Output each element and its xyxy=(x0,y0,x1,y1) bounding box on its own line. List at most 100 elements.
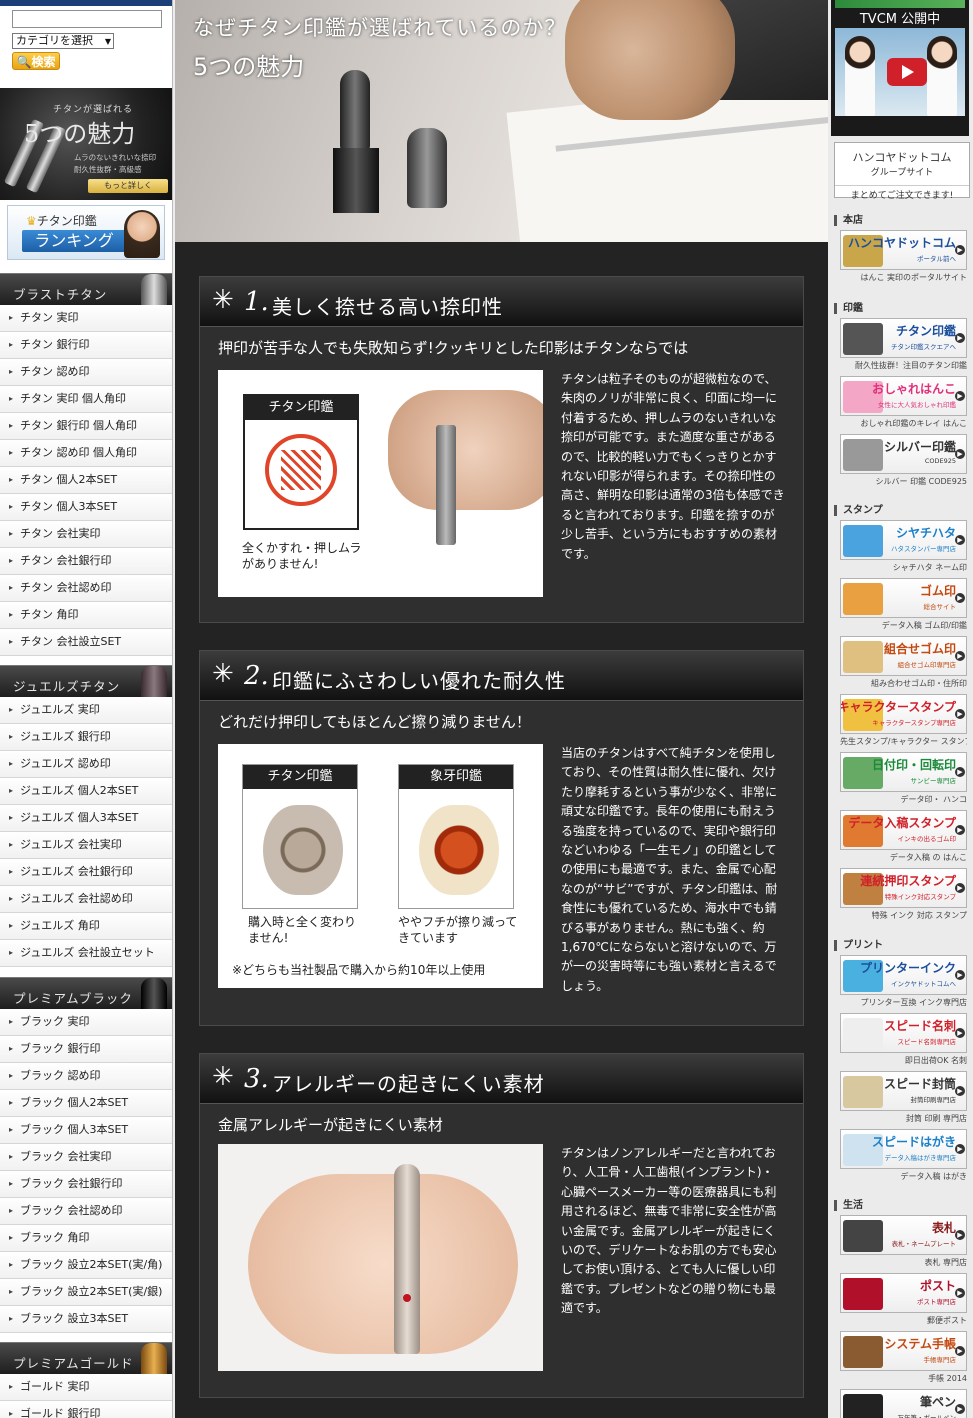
menu-item[interactable]: チタン 実印 xyxy=(0,305,172,332)
banner-caption[interactable]: シルバー 印鑑 CODE925 xyxy=(840,476,967,487)
banner-caption[interactable]: 即日出荷OK 名刺 xyxy=(840,1055,967,1066)
ranking-line1: ♛チタン印鑑 xyxy=(26,214,97,228)
menu-item[interactable]: ブラック 個人2本SET xyxy=(0,1090,172,1117)
seal-card-title: チタン印鑑 xyxy=(245,396,357,420)
site-banner[interactable]: 筆ペン 万年筆・ボールペン ▶ xyxy=(840,1389,967,1418)
banner-caption[interactable]: データ入稿 はがき xyxy=(840,1171,967,1182)
banner-caption[interactable]: 耐久性抜群！注目のチタン印鑑 xyxy=(840,360,967,371)
site-banner[interactable]: スピード名刺 スピード名刺専門店 ▶ xyxy=(840,1013,967,1053)
site-banner[interactable]: 組合せゴム印 組合せゴム印専門店 ▶ xyxy=(840,636,967,676)
play-icon[interactable] xyxy=(887,58,927,86)
banner-caption[interactable]: はんこ 実印のポータルサイト xyxy=(840,272,967,283)
menu-item[interactable]: チタン 角印 xyxy=(0,602,172,629)
menu-item[interactable]: ジュエルズ 会社銀行印 xyxy=(0,859,172,886)
site-banner[interactable]: おしゃれはんこ 女性に大人気おしゃれ印鑑 ▶ xyxy=(840,376,967,416)
banner-caption[interactable]: 表札 専門店 xyxy=(840,1257,967,1268)
menu-item[interactable]: チタン 銀行印 xyxy=(0,332,172,359)
menu-item[interactable]: ブラック 個人3本SET xyxy=(0,1117,172,1144)
menu-item[interactable]: ブラック 会社認め印 xyxy=(0,1198,172,1225)
tvcm-banner[interactable]: TVCM 公開中 xyxy=(831,0,969,136)
hand-graphic xyxy=(388,390,543,510)
menu-item[interactable]: ジュエルズ 認め印 xyxy=(0,751,172,778)
site-banner[interactable]: スピード封筒 封筒印刷専門店 ▶ xyxy=(840,1071,967,1111)
menu-item[interactable]: ジュエルズ 個人3本SET xyxy=(0,805,172,832)
site-banner[interactable]: データ入稿スタンプ インキの出るゴム印 ▶ xyxy=(840,810,967,850)
banner-title: ポスト xyxy=(919,1279,956,1293)
site-banner[interactable]: ゴム印 総合サイト ▶ xyxy=(840,578,967,618)
feature-text: チタンはノンアレルギーだと言われており、人工骨・人工歯根(インプラント)・心臓ペ… xyxy=(561,1146,777,1316)
menu-item[interactable]: ブラック 認め印 xyxy=(0,1063,172,1090)
banner-caption[interactable]: 特殊 インク 対応 スタンプ xyxy=(840,910,967,921)
menu-item[interactable]: チタン 認め印 個人角印 xyxy=(0,440,172,467)
site-banner[interactable]: スピードはがき データ入稿はがき専門店 ▶ xyxy=(840,1129,967,1169)
menu-item[interactable]: チタン 認め印 xyxy=(0,359,172,386)
menu-item[interactable]: ジュエルズ 銀行印 xyxy=(0,724,172,751)
menu-item[interactable]: ジュエルズ 個人2本SET xyxy=(0,778,172,805)
menu-item[interactable]: チタン 会社認め印 xyxy=(0,575,172,602)
stamp-graphic xyxy=(394,1164,420,1354)
menu-item[interactable]: チタン 実印 個人角印 xyxy=(0,386,172,413)
menu-item[interactable]: ブラック 設立2本SET(実/銀) xyxy=(0,1279,172,1306)
banner-caption[interactable]: データ入稿 の はんこ xyxy=(840,852,967,863)
menu-item[interactable]: ジュエルズ 角印 xyxy=(0,913,172,940)
banner-subtitle: 女性に大人気おしゃれ印鑑 xyxy=(878,401,956,409)
arrow-right-icon: ▶ xyxy=(955,825,965,835)
ranking-banner[interactable]: ♛チタン印鑑 ランキング xyxy=(7,205,165,260)
menu-item[interactable]: ゴールド 銀行印 xyxy=(0,1401,172,1418)
menu-item[interactable]: チタン 個人2本SET xyxy=(0,467,172,494)
feature-number: 1. xyxy=(244,287,269,317)
menu-item[interactable]: チタン 個人3本SET xyxy=(0,494,172,521)
banner-caption[interactable]: 封筒 印刷 専門店 xyxy=(840,1113,967,1124)
crown-icon: ♛ xyxy=(26,214,37,228)
more-details-button[interactable]: もっと詳しく xyxy=(88,179,168,193)
banner-caption[interactable]: シャチハタ ネーム印 xyxy=(840,562,967,573)
video-thumbnail[interactable] xyxy=(835,28,965,116)
group-sites-banner[interactable]: ハンコヤドットコム グループサイト まとめてご注文できます! xyxy=(834,142,970,201)
site-banner[interactable]: 日付印・回転印 サンビー専門店 ▶ xyxy=(840,752,967,792)
site-banner[interactable]: シルバー印鑑 CODE925 ▶ xyxy=(840,434,967,474)
site-banner[interactable]: 表札 表札・ネームプレート ▶ xyxy=(840,1215,967,1255)
menu-item[interactable]: ブラック 角印 xyxy=(0,1225,172,1252)
menu-item[interactable]: ジュエルズ 会社実印 xyxy=(0,832,172,859)
menu-item[interactable]: ゴールド 実印 xyxy=(0,1374,172,1401)
menu-item[interactable]: ジュエルズ 会社設立セット xyxy=(0,940,172,967)
menu-item[interactable]: ジュエルズ 実印 xyxy=(0,697,172,724)
banner-caption[interactable]: データ印・ ハンコ xyxy=(840,794,967,805)
menu-item[interactable]: ブラック 会社銀行印 xyxy=(0,1171,172,1198)
feature-section-3: ✳ 3. アレルギーの起きにくい素材 金属アレルギーが起きにくい素材 チタンはノ… xyxy=(199,1053,804,1398)
banner-caption[interactable]: 組み合わせゴム印・住所印 xyxy=(840,678,967,689)
arrow-right-icon: ▶ xyxy=(955,593,965,603)
banner-caption[interactable]: プリンター互換 インク専門店 xyxy=(840,997,967,1008)
banner-caption[interactable]: 先生スタンプ/キャラクター スタンプ xyxy=(840,736,967,747)
menu-item[interactable]: ブラック 設立3本SET xyxy=(0,1306,172,1333)
site-banner[interactable]: チタン印鑑 チタン印鑑スクエアへ ▶ xyxy=(840,318,967,358)
menu-item[interactable]: チタン 会社実印 xyxy=(0,521,172,548)
arrow-right-icon: ▶ xyxy=(955,1144,965,1154)
banner-caption[interactable]: データ入稿 ゴム印/印鑑 xyxy=(840,620,967,631)
banner-caption[interactable]: おしゃれ印鑑のキレイ はんこ xyxy=(840,418,967,429)
five-charms-banner[interactable]: チタンが選ばれる 5つの魅力 ムラのないきれいな捺印 耐久性抜群・高級感 もっと詳… xyxy=(0,88,172,200)
site-banner[interactable]: 連続押印スタンプ 特殊インク対応スタンプ ▶ xyxy=(840,868,967,908)
menu-item[interactable]: ブラック 銀行印 xyxy=(0,1036,172,1063)
menu-item[interactable]: チタン 会社設立SET xyxy=(0,629,172,656)
menu-item[interactable]: ブラック 設立2本SET(実/角) xyxy=(0,1252,172,1279)
menu-item[interactable]: ブラック 実印 xyxy=(0,1009,172,1036)
search-button[interactable]: 🔍検索 xyxy=(12,52,60,70)
search-input[interactable] xyxy=(12,10,162,28)
menu-item[interactable]: チタン 銀行印 個人角印 xyxy=(0,413,172,440)
banner-caption[interactable]: 手帳 2014 xyxy=(840,1373,967,1384)
site-banner[interactable]: シヤチハタ ハタスタンパー専門店 ▶ xyxy=(840,520,967,560)
site-banner[interactable]: ポスト ポスト専門店 ▶ xyxy=(840,1273,967,1313)
banner-thumbnail xyxy=(843,583,883,615)
banner-caption[interactable]: 郵便ポスト xyxy=(840,1315,967,1326)
site-banner[interactable]: システム手帳 手帳専門店 ▶ xyxy=(840,1331,967,1371)
menu-item[interactable]: ブラック 会社実印 xyxy=(0,1144,172,1171)
category-select[interactable]: カテゴリを選択 xyxy=(12,33,114,49)
menu-item[interactable]: ジュエルズ 会社認め印 xyxy=(0,886,172,913)
site-banner[interactable]: ハンコヤドットコム ポータル前へ ▶ xyxy=(840,230,967,270)
arrow-right-icon: ▶ xyxy=(955,391,965,401)
banner-subtitle: 万年筆・ボールペン xyxy=(897,1414,957,1418)
site-banner[interactable]: キャラクタースタンプ キャラクタースタンプ専門店 ▶ xyxy=(840,694,967,734)
site-banner[interactable]: プリンターインク インクヤドットコムへ ▶ xyxy=(840,955,967,995)
menu-item[interactable]: チタン 会社銀行印 xyxy=(0,548,172,575)
